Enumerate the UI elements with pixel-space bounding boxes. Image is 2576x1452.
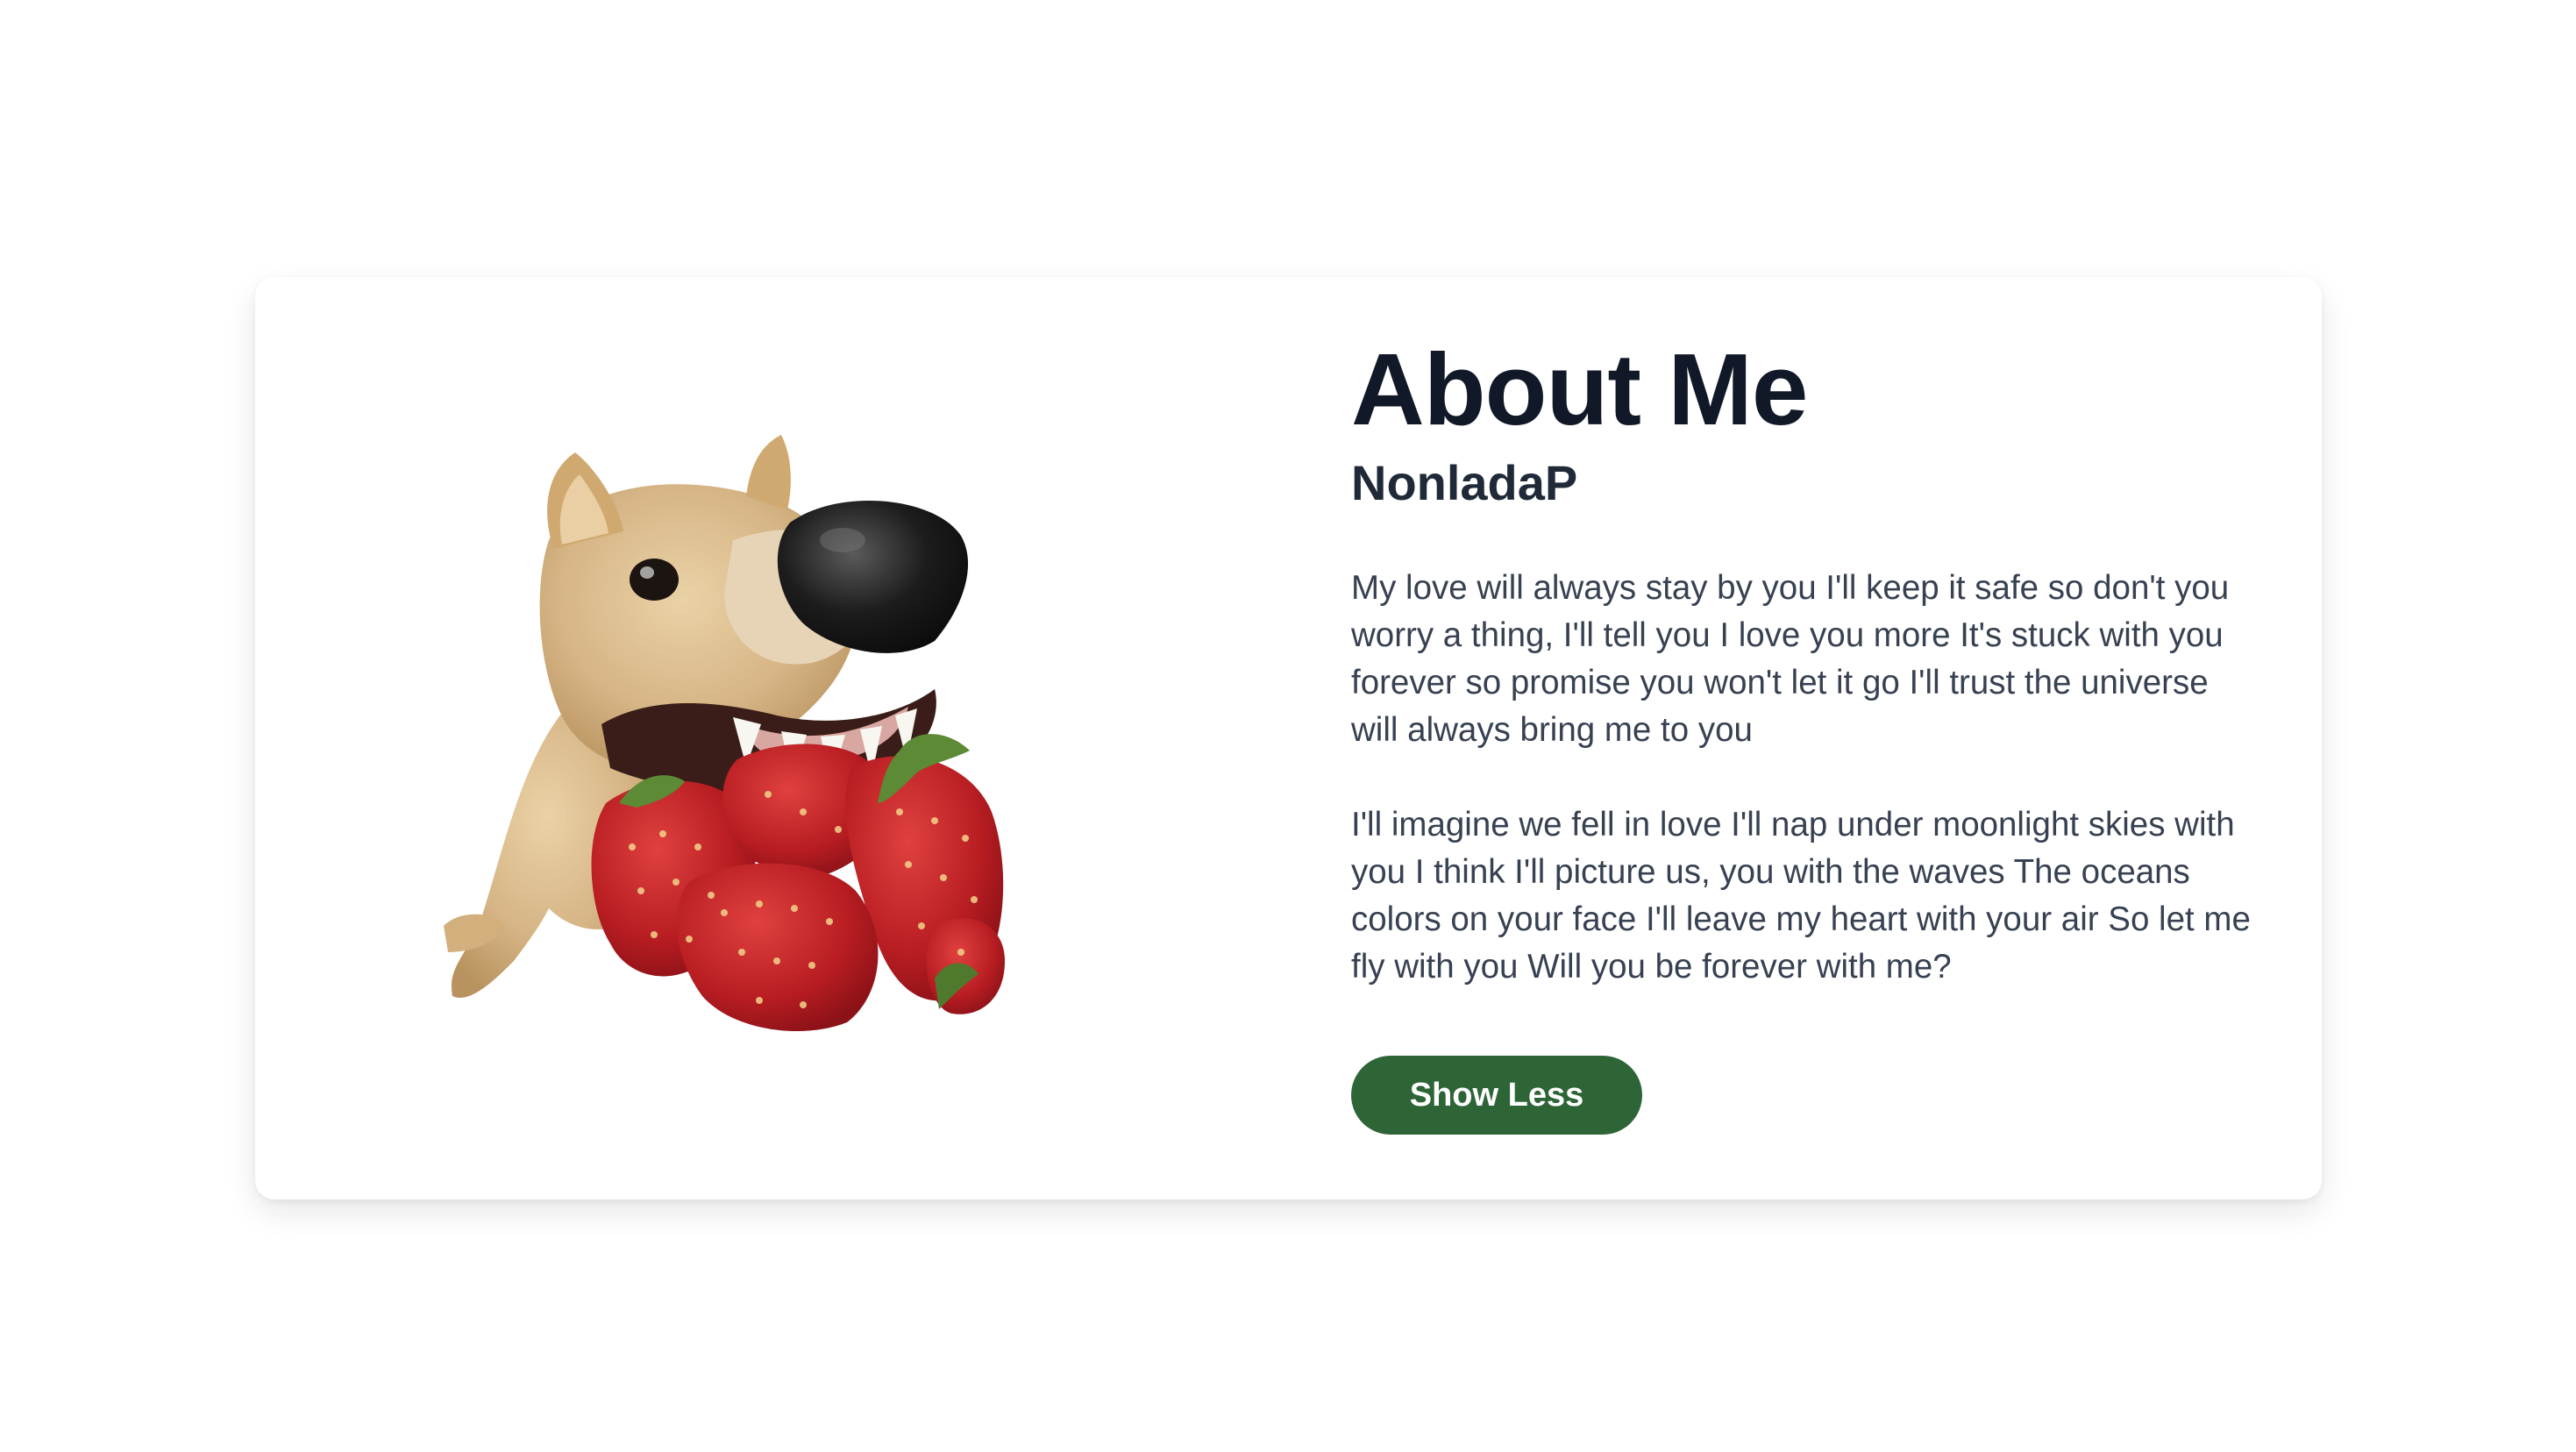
about-content: About Me NonladaP My love will always st… [1351,330,2263,1135]
show-less-button[interactable]: Show Less [1351,1056,1642,1135]
bio-paragraph: I'll imagine we fell in love I'll nap un… [1351,806,2251,986]
author-name: NonladaP [1351,455,1578,510]
profile-image [444,435,1101,1031]
page: About Me NonladaP My love will always st… [0,0,2576,1452]
bio-paragraph: My love will always stay by you I'll kee… [1351,569,2230,749]
about-card: About Me NonladaP My love will always st… [255,277,2322,1199]
strawberries [591,734,1005,1031]
dog-with-strawberries-image [444,435,1005,1031]
page-title: About Me [1351,332,1808,446]
